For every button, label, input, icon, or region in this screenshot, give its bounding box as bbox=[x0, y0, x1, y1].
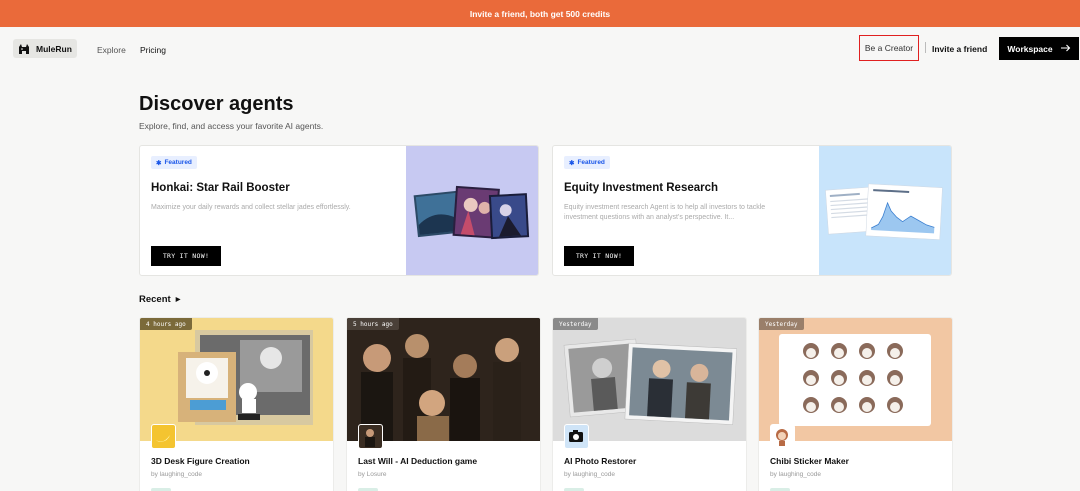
page-title: Discover agents bbox=[139, 93, 294, 115]
page-subtitle: Explore, find, and access your favorite … bbox=[139, 121, 324, 131]
nav-divider bbox=[925, 42, 926, 53]
promo-banner-text[interactable]: Invite a friend, both get 500 credits bbox=[470, 9, 610, 19]
agent-card[interactable]: 4 hours ago 3D Desk Figure Creation by l… bbox=[139, 317, 334, 491]
featured-image-honkai bbox=[406, 146, 538, 275]
featured-badge-label: Featured bbox=[164, 159, 192, 166]
agent-card-title: Chibi Sticker Maker bbox=[770, 456, 849, 466]
portrait-icon bbox=[358, 424, 383, 449]
agent-card[interactable]: Yesterday Chibi Sticker Maker by laughin… bbox=[758, 317, 953, 491]
try-it-now-button[interactable]: TRY IT NOW! bbox=[564, 246, 634, 266]
time-badge: Yesterday bbox=[553, 318, 598, 330]
logo-text: MuleRun bbox=[36, 43, 72, 54]
caret-right-icon: ▶ bbox=[175, 297, 181, 303]
promo-banner[interactable]: Invite a friend, both get 500 credits bbox=[0, 0, 1080, 27]
featured-card-honkai[interactable]: ✱ Featured Honkai: Star Rail Booster Max… bbox=[139, 145, 539, 276]
mule-logo-icon bbox=[18, 43, 30, 55]
agent-card-author: by laughing_code bbox=[564, 471, 615, 478]
agent-card-author: by laughing_code bbox=[770, 471, 821, 478]
time-badge: Yesterday bbox=[759, 318, 804, 330]
recent-heading-label: Recent bbox=[139, 294, 171, 305]
nav-explore[interactable]: Explore bbox=[97, 45, 126, 55]
logo[interactable]: MuleRun bbox=[13, 39, 77, 58]
star-icon: ✱ bbox=[569, 159, 575, 167]
agent-card-author: by laughing_code bbox=[151, 471, 202, 478]
agent-card-image: Yesterday bbox=[553, 318, 746, 441]
invite-friend-link[interactable]: Invite a friend bbox=[932, 44, 987, 54]
camera-icon bbox=[564, 424, 589, 449]
time-badge: 5 hours ago bbox=[347, 318, 399, 330]
time-badge: 4 hours ago bbox=[140, 318, 192, 330]
featured-badge-label: Featured bbox=[577, 159, 605, 166]
recent-heading[interactable]: Recent ▶ bbox=[139, 294, 180, 305]
banana-icon bbox=[151, 424, 176, 449]
featured-card-equity[interactable]: ✱ Featured Equity Investment Research Eq… bbox=[552, 145, 952, 276]
featured-title: Honkai: Star Rail Booster bbox=[151, 182, 290, 194]
be-a-creator-label: Be a Creator bbox=[864, 43, 914, 53]
featured-badge: ✱ Featured bbox=[151, 156, 197, 169]
agent-card[interactable]: 5 hours ago Last Will - AI Deduction gam… bbox=[346, 317, 541, 491]
chibi-avatar-icon bbox=[770, 424, 795, 449]
arrow-right-icon bbox=[1060, 44, 1071, 54]
agent-card-image: Yesterday bbox=[759, 318, 952, 441]
try-it-now-button[interactable]: TRY IT NOW! bbox=[151, 246, 221, 266]
be-a-creator-link[interactable]: Be a Creator bbox=[859, 35, 919, 61]
agent-card-title: AI Photo Restorer bbox=[564, 456, 637, 466]
workspace-label: Workspace bbox=[1007, 43, 1053, 54]
agent-card-image: 5 hours ago bbox=[347, 318, 540, 441]
featured-title: Equity Investment Research bbox=[564, 182, 719, 194]
agent-card-author: by Losure bbox=[358, 471, 387, 478]
featured-image-equity bbox=[819, 146, 951, 275]
agent-card[interactable]: Yesterday AI Photo Restorer by laughing_… bbox=[552, 317, 747, 491]
featured-badge: ✱ Featured bbox=[564, 156, 610, 169]
nav-pricing[interactable]: Pricing bbox=[140, 45, 166, 55]
featured-description: Maximize your daily rewards and collect … bbox=[151, 204, 351, 211]
workspace-button[interactable]: Workspace bbox=[999, 37, 1079, 60]
agent-card-title: 3D Desk Figure Creation bbox=[151, 456, 250, 466]
agent-card-image: 4 hours ago bbox=[140, 318, 333, 441]
agent-card-title: Last Will - AI Deduction game bbox=[358, 456, 478, 466]
star-icon: ✱ bbox=[156, 159, 162, 167]
featured-description: Equity investment research Agent is to h… bbox=[564, 204, 766, 222]
